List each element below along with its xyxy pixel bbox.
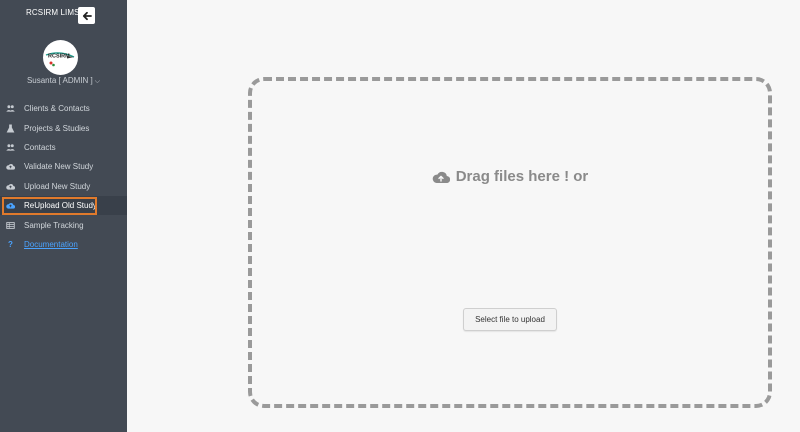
question-icon: ? <box>8 239 13 249</box>
brand-row: RCSIRM LIMS <box>0 5 127 24</box>
sidebar-item-label: Sample Tracking <box>24 220 84 230</box>
sidebar: RCSIRM LIMS RCSIRM Susanta [ ADMIN ] ⌵ Cl… <box>0 0 127 432</box>
app-brand: RCSIRM LIMS <box>26 8 80 17</box>
arrow-left-icon <box>82 11 92 20</box>
sidebar-item-label: Upload New Study <box>24 181 91 191</box>
flask-icon <box>5 123 16 133</box>
logo-icon: RCSIRM <box>43 40 78 75</box>
sidebar-item-label: ReUpload Old Study <box>24 201 97 211</box>
sidebar-item-label: Clients & Contacts <box>24 104 90 114</box>
documentation-link[interactable]: Documentation <box>24 240 78 249</box>
sidebar-item-documentation[interactable]: ? Documentation <box>0 235 127 254</box>
logo-text: RCSIRM <box>48 54 70 60</box>
user-name: Susanta [ ADMIN ] <box>26 76 93 85</box>
sidebar-item-validate-new-study[interactable]: Validate New Study <box>0 157 127 176</box>
cloud-upload-icon <box>432 171 450 183</box>
sidebar-nav: Clients & Contacts Projects & Studies Co… <box>0 99 127 254</box>
table-icon <box>5 220 16 230</box>
cloud-upload-icon <box>5 162 16 172</box>
sidebar-item-clients-contacts[interactable]: Clients & Contacts <box>0 99 127 118</box>
collapse-sidebar-button[interactable] <box>78 7 95 24</box>
drop-zone-text: Drag files here ! or <box>455 168 589 185</box>
sidebar-item-label: Validate New Study <box>24 162 94 172</box>
cloud-upload-icon <box>5 201 16 211</box>
user-menu[interactable]: Susanta [ ADMIN ] ⌵ <box>0 76 127 86</box>
sidebar-item-contacts[interactable]: Contacts <box>0 138 127 157</box>
chevron-down-icon: ⌵ <box>94 78 101 85</box>
avatar[interactable]: RCSIRM <box>43 40 78 75</box>
file-drop-zone[interactable]: Drag files here ! or Select file to uplo… <box>248 77 772 408</box>
sidebar-item-reupload-old-study[interactable]: ReUpload Old Study <box>0 195 127 216</box>
sidebar-item-projects-studies[interactable]: Projects & Studies <box>0 118 127 137</box>
sidebar-item-upload-new-study[interactable]: Upload New Study <box>0 177 127 196</box>
drop-zone-message: Drag files here ! or <box>252 168 768 185</box>
sidebar-item-label: Projects & Studies <box>24 123 90 133</box>
users-icon <box>5 142 16 152</box>
cloud-upload-icon <box>5 181 16 191</box>
sidebar-item-label: Contacts <box>24 142 56 152</box>
select-file-button[interactable]: Select file to upload <box>463 308 557 331</box>
users-icon <box>5 104 16 114</box>
sidebar-item-sample-tracking[interactable]: Sample Tracking <box>0 215 127 234</box>
